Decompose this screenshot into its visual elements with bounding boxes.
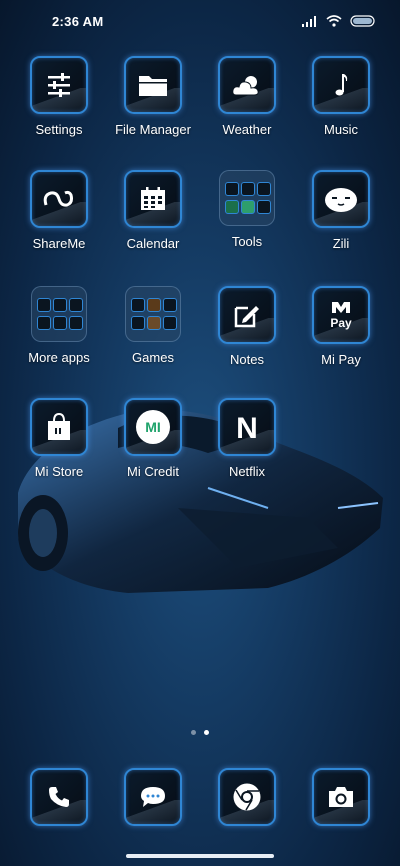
mi-pay-icon: Pay [330,302,352,330]
netflix-icon-text: N [236,412,258,442]
app-label: Games [132,350,174,365]
app-shareme[interactable]: ShareMe [12,170,106,251]
battery-icon [350,15,375,27]
phone-icon [49,787,69,807]
home-indicator-bar[interactable] [126,854,274,858]
app-notes[interactable]: Notes [200,286,294,367]
app-file-manager[interactable]: File Manager [106,56,200,137]
dock-messages[interactable] [106,768,200,826]
app-label: Zili [332,236,350,251]
status-bar: 2:36 AM [0,0,400,44]
app-label: Tools [231,234,263,249]
app-label: More apps [28,350,90,365]
app-label: Settings [35,122,83,137]
page-indicator [0,730,400,735]
app-calendar[interactable]: Calendar [106,170,200,251]
infinity-icon [43,190,73,207]
app-label: Mi Pay [321,352,361,367]
folder-tile [31,286,87,342]
mi-credit-icon: MI [136,410,170,444]
app-settings[interactable]: Settings [12,56,106,137]
app-label: Mi Credit [126,464,179,479]
page-dot-active[interactable] [204,730,209,735]
mi-pay-icon-text: Pay [330,316,352,330]
app-label: ShareMe [32,236,86,251]
app-mi-pay[interactable]: Pay Mi Pay [294,286,388,367]
folder-games[interactable]: Games [106,286,200,365]
netflix-icon: N [236,412,258,442]
status-time: 2:36 AM [52,14,104,29]
camera-icon [329,787,353,807]
signal-icon [302,15,316,27]
app-label: File Manager [115,122,191,137]
dock-chrome[interactable] [200,768,294,826]
folder-tile [125,286,181,342]
mi-credit-icon-text: MI [145,419,161,435]
folder-tile [219,170,275,226]
app-label: Weather [222,122,272,137]
app-mi-credit[interactable]: MI Mi Credit [106,398,200,479]
app-zili[interactable]: Zili [294,170,388,251]
calendar-icon [141,187,165,210]
app-music[interactable]: Music [294,56,388,137]
folder-icon [139,76,167,96]
app-label: Netflix [228,464,266,479]
pencil-note-icon [234,306,259,328]
app-label: Notes [230,352,264,367]
dock-phone[interactable] [12,768,106,826]
cloud-sun-icon [232,76,259,96]
app-label: Mi Store [34,464,84,479]
app-weather[interactable]: Weather [200,56,294,137]
app-label: Music [324,122,358,137]
dock-camera[interactable] [294,768,388,826]
app-mi-store[interactable]: Mi Store [12,398,106,479]
sliders-icon [48,73,70,97]
page-dot[interactable] [191,730,196,735]
app-label: Calendar [126,236,180,251]
folder-tools[interactable]: Tools [200,170,294,249]
chrome-icon [233,783,261,811]
music-note-icon [335,74,348,96]
face-icon [325,188,357,212]
wifi-icon [326,15,342,27]
folder-more-apps[interactable]: More apps [12,286,106,365]
messages-icon [141,787,165,807]
shopping-bag-icon [48,413,70,440]
app-netflix[interactable]: N Netflix [200,398,294,479]
